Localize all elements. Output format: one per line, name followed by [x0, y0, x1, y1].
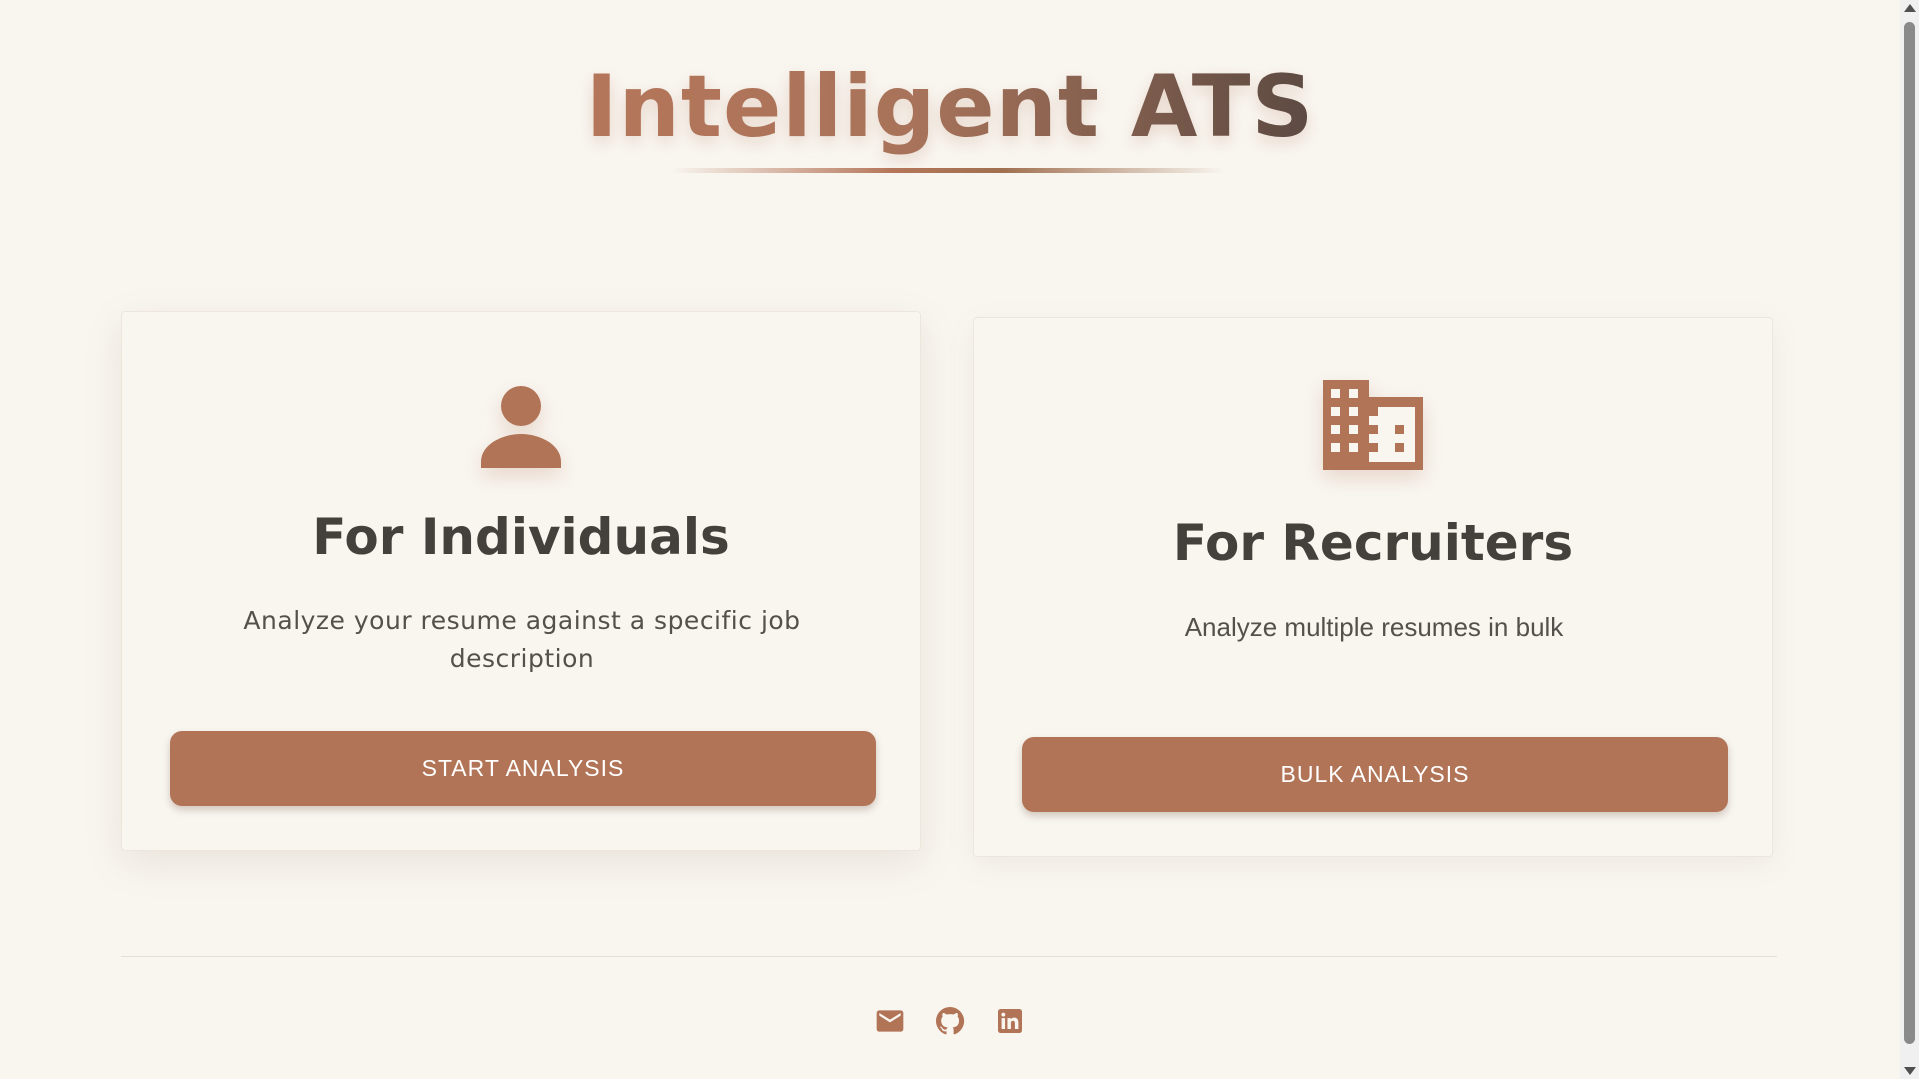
building-icon	[1323, 380, 1423, 470]
linkedin-icon[interactable]	[994, 1005, 1026, 1037]
individuals-card: For Individuals Analyze your resume agai…	[121, 311, 921, 851]
page-title: Intelligent ATS	[586, 52, 1315, 164]
scroll-up-icon[interactable]	[1904, 4, 1916, 12]
card-title: For Recruiters	[1172, 514, 1574, 572]
github-icon[interactable]	[934, 1005, 966, 1037]
header: Intelligent ATS	[0, 52, 1900, 164]
footer-social-links	[0, 1005, 1900, 1037]
scroll-thumb[interactable]	[1904, 22, 1915, 1044]
person-icon	[481, 386, 561, 468]
scroll-down-icon[interactable]	[1904, 1067, 1916, 1075]
bulk-analysis-button[interactable]: BULK ANALYSIS	[1022, 737, 1728, 812]
card-title: For Individuals	[312, 508, 730, 566]
card-description: Analyze multiple resumes in bulk	[1184, 612, 1564, 642]
recruiters-card: For Recruiters Analyze multiple resumes …	[973, 317, 1773, 857]
email-icon[interactable]	[874, 1005, 906, 1037]
title-underline	[670, 168, 1225, 173]
page: Intelligent ATS For Individuals Analyze …	[0, 0, 1900, 1079]
vertical-scrollbar[interactable]	[1900, 0, 1919, 1079]
footer-divider	[121, 956, 1777, 957]
start-analysis-button[interactable]: START ANALYSIS	[170, 731, 876, 806]
card-description: Analyze your resume against a specific j…	[243, 606, 801, 673]
